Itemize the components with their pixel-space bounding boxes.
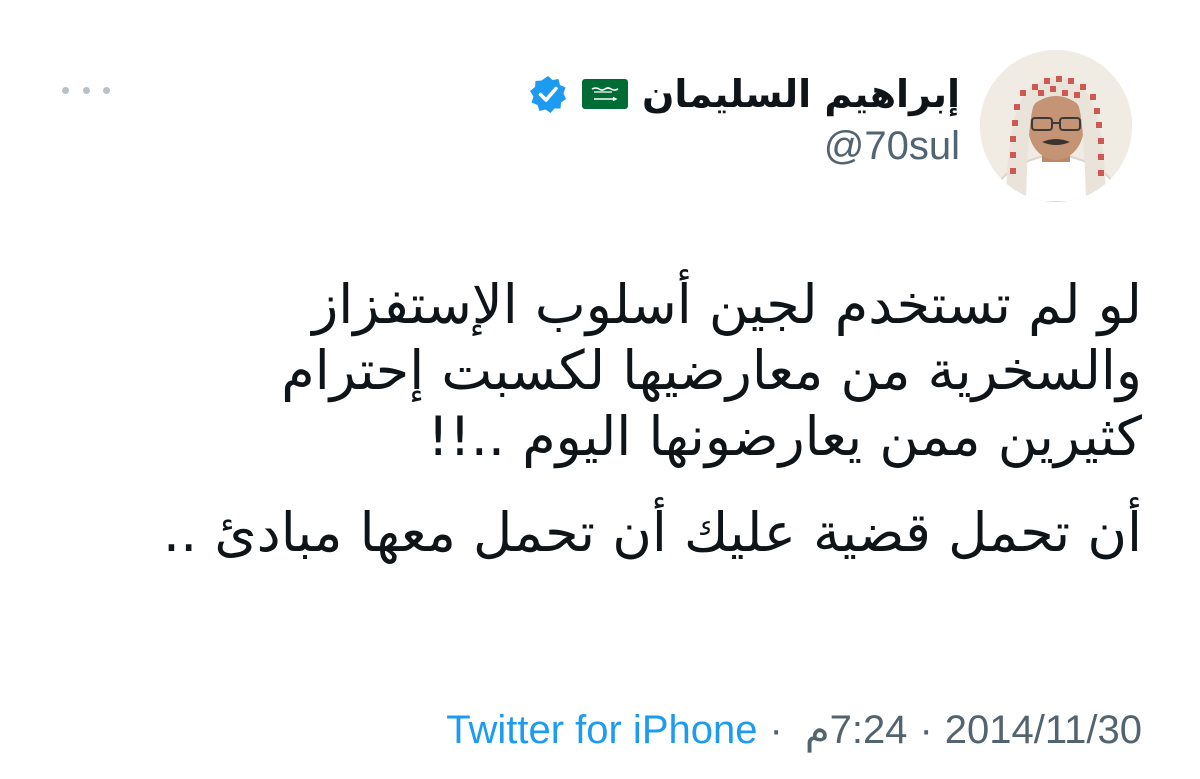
tweet-line: كثيرين ممن يعارضونها اليوم ..!! bbox=[427, 405, 1142, 468]
author-display-name: إبراهيم السليمان bbox=[641, 72, 960, 116]
author-handle[interactable]: @70sul bbox=[824, 124, 960, 169]
tweet-text: لو لم تستخدم لجين أسلوب الإستفزاز والسخر… bbox=[52, 272, 1142, 566]
more-dot-icon bbox=[82, 86, 90, 94]
tweet-line: لو لم تستخدم لجين أسلوب الإستفزاز bbox=[312, 273, 1142, 336]
meta-separator: · bbox=[919, 707, 933, 752]
more-dot-icon bbox=[62, 86, 69, 94]
tweet-line: والسخرية من معارضيها لكسبت إحترام bbox=[281, 339, 1142, 402]
more-dot-icon bbox=[103, 86, 110, 94]
verified-badge-icon bbox=[529, 76, 566, 113]
tweet-line: أن تحمل قضية عليك أن تحمل معها مبادئ .. bbox=[162, 501, 1142, 564]
meta-separator: · bbox=[769, 707, 783, 752]
avatar[interactable] bbox=[980, 50, 1132, 202]
tweet-meta: Twitter for iPhone · م 7:24 · 2014/11/30 bbox=[446, 700, 1142, 760]
tweet-ampm: م bbox=[804, 708, 830, 752]
tweet-time[interactable]: 7:24 bbox=[830, 708, 908, 753]
tweet-source-link[interactable]: Twitter for iPhone bbox=[446, 708, 757, 753]
more-options-button[interactable] bbox=[62, 78, 110, 102]
tweet-date[interactable]: 2014/11/30 bbox=[945, 708, 1142, 753]
author-name-row[interactable]: إبراهيم السليمان bbox=[528, 66, 960, 122]
saudi-flag-icon bbox=[581, 79, 628, 109]
profile-photo-icon bbox=[980, 50, 1132, 202]
tweet-card: إبراهيم السليمان @70sul لو لم تستخدم لجي… bbox=[0, 0, 1200, 779]
